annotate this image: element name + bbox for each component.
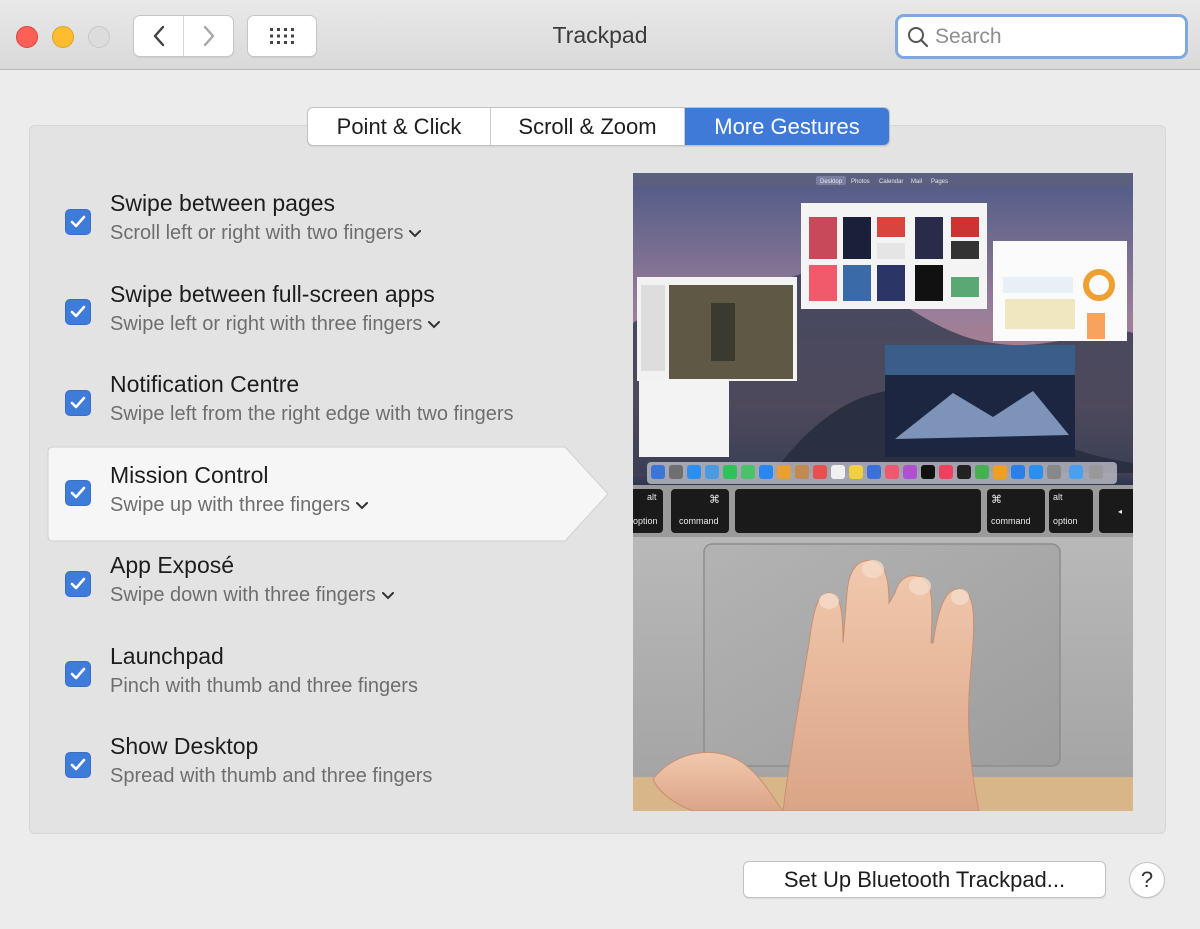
tab-scroll-and-zoom[interactable]: Scroll & Zoom [490,108,684,145]
chevron-down-icon [356,501,369,510]
menubar-calendar: Calendar [879,179,903,185]
gesture-swipe-between-pages[interactable]: Swipe between pages Scroll left or right… [47,178,607,268]
gesture-subtitle: Scroll left or right with two fingers [110,222,404,244]
key-cmd-symbol-left: ⌘ [709,494,720,506]
tab-point-and-click[interactable]: Point & Click [308,108,490,145]
search-field[interactable] [895,14,1188,59]
checkbox[interactable] [65,480,91,506]
back-button[interactable] [134,16,183,56]
help-button[interactable]: ? [1129,862,1165,898]
checkbox[interactable] [65,299,91,325]
svg-text:◂: ◂ [1118,507,1122,516]
checkmark-icon [70,577,86,590]
key-option-left: option [633,516,658,526]
close-button[interactable] [16,26,38,48]
chevron-right-icon [203,25,214,47]
menubar-desktop: Desktop [820,179,843,185]
gesture-subtitle: Pinch with thumb and three fingers [110,675,418,697]
gesture-show-desktop[interactable]: Show Desktop Spread with thumb and three… [47,721,607,811]
gesture-option-menu[interactable]: Scroll left or right with two fingers [110,222,422,245]
gesture-subtitle: Swipe down with three fingers [110,584,376,606]
grid-icon [270,28,294,44]
checkmark-icon [70,486,86,499]
checkmark-icon [70,305,86,318]
gesture-title: Notification Centre [110,371,300,397]
gesture-option-menu[interactable]: Swipe left or right with three fingers [110,313,441,336]
checkmark-icon [70,667,86,680]
checkbox[interactable] [65,571,91,597]
key-cmd-symbol-right: ⌘ [991,494,1002,506]
title-bar: Trackpad [0,0,1200,70]
gesture-notification-centre[interactable]: Notification Centre Swipe left from the … [47,359,607,449]
gesture-launchpad[interactable]: Launchpad Pinch with thumb and three fin… [47,631,607,721]
chevron-down-icon [381,591,394,600]
chevron-left-icon [153,25,164,47]
gesture-title: Show Desktop [110,733,259,759]
gesture-app-expose[interactable]: App Exposé Swipe down with three fingers [47,540,607,630]
gesture-preview-image: Desktop Photos Calendar Mail Pages alt o… [633,173,1133,811]
zoom-button [88,26,110,48]
key-alt-right: alt [1053,492,1063,502]
gesture-title: Swipe between pages [110,190,336,216]
menubar-mail: Mail [911,179,922,185]
key-alt-left: alt [647,492,657,502]
tab-bar: Point & Click Scroll & Zoom More Gesture… [307,107,890,146]
key-command-left: command [679,516,719,526]
show-all-button[interactable] [247,15,317,57]
gesture-option-menu[interactable]: Swipe up with three fingers [110,494,369,517]
gesture-title: Launchpad [110,643,224,669]
checkmark-icon [70,758,86,771]
chevron-down-icon [428,320,441,329]
key-command-right: command [991,516,1031,526]
checkbox[interactable] [65,390,91,416]
search-icon [908,26,929,47]
gesture-subtitle: Spread with thumb and three fingers [110,765,433,787]
mission-control-illustration: Desktop Photos Calendar Mail Pages alt o… [633,173,1133,811]
checkbox[interactable] [65,209,91,235]
gesture-swipe-between-fullscreen-apps[interactable]: Swipe between full-screen apps Swipe lef… [47,269,607,359]
checkmark-icon [70,215,86,228]
gesture-title: Mission Control [110,462,269,488]
search-input[interactable] [933,23,1177,50]
gesture-title: Swipe between full-screen apps [110,281,435,307]
checkbox[interactable] [65,752,91,778]
gesture-mission-control[interactable]: Mission Control Swipe up with three fing… [47,450,607,540]
menubar-photos: Photos [851,179,870,185]
menubar-pages: Pages [931,179,948,185]
checkmark-icon [70,396,86,409]
forward-button[interactable] [183,16,233,56]
gesture-subtitle: Swipe left or right with three fingers [110,313,423,335]
tab-more-gestures[interactable]: More Gestures [684,108,889,145]
key-option-right: option [1053,516,1078,526]
setup-bluetooth-trackpad-button[interactable]: Set Up Bluetooth Trackpad... [743,861,1106,898]
minimize-button[interactable] [52,26,74,48]
chevron-down-icon [409,229,422,238]
gesture-option-menu[interactable]: Swipe down with three fingers [110,584,394,607]
gesture-subtitle: Swipe up with three fingers [110,494,351,516]
checkbox[interactable] [65,661,91,687]
navigation-buttons [133,15,234,57]
gesture-title: App Exposé [110,552,235,578]
gesture-subtitle: Swipe left from the right edge with two … [110,403,514,425]
